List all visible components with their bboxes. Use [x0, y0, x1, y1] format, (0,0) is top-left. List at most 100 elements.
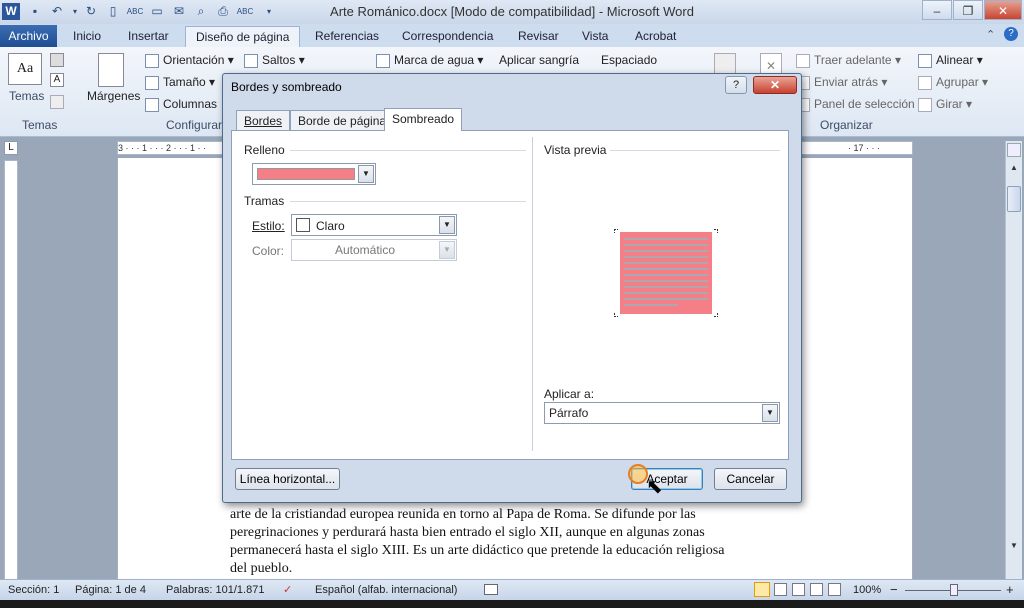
align-label: Alinear [936, 53, 974, 67]
document-line[interactable]: del pueblo. [230, 560, 798, 578]
tab-inicio[interactable]: Inicio [63, 26, 111, 47]
themes-button-label[interactable]: Temas [9, 89, 44, 103]
document-line[interactable]: arte de la cristiandad europea reunida e… [230, 506, 798, 524]
zoom-out-button[interactable]: − [890, 580, 898, 600]
dialog-help-button[interactable]: ? [725, 76, 747, 94]
group-temas-label: Temas [22, 118, 58, 132]
vertical-ruler[interactable] [4, 160, 18, 580]
theme-colors-icon[interactable] [50, 53, 64, 67]
divider [290, 150, 526, 151]
scroll-up-icon[interactable]: ▲ [1007, 163, 1021, 177]
restore-button[interactable]: ❐ [953, 0, 983, 20]
columns-button[interactable]: Columnas [145, 95, 217, 113]
tab-borde-de-pagina[interactable]: Borde de página [290, 110, 395, 131]
minimize-button[interactable]: – [922, 0, 952, 20]
preview-text-line [624, 304, 678, 306]
columns-icon [145, 97, 159, 112]
tab-bordes[interactable]: Bordes [236, 110, 291, 131]
status-page[interactable]: Página: 1 de 4 [75, 580, 146, 600]
proofing-icon[interactable]: ✓ [283, 580, 292, 600]
themes-icon[interactable]: Aa [8, 53, 42, 85]
panel-divider [532, 137, 533, 451]
group-button[interactable]: Agrupar ▾ [918, 73, 988, 91]
margins-button[interactable]: Márgenes [87, 87, 140, 105]
horizontal-line-button[interactable]: Línea horizontal... [235, 468, 340, 490]
tab-correspondencia[interactable]: Correspondencia [392, 26, 503, 47]
tab-acrobat[interactable]: Acrobat [625, 26, 686, 47]
indent-label: Aplicar sangría [499, 53, 580, 67]
preview-corner-mark [714, 313, 718, 317]
size-button[interactable]: Tamaño ▾ [145, 73, 215, 91]
ruler-left-marks: 3 · · · 1 · · · 2 · · · 1 · · [118, 143, 206, 153]
help-icon[interactable]: ? [1004, 27, 1018, 41]
web-layout-view-icon[interactable] [792, 583, 805, 596]
orientation-button[interactable]: Orientación ▾ [145, 51, 234, 69]
view-ruler-icon[interactable] [1007, 143, 1021, 157]
status-section[interactable]: Sección: 1 [8, 580, 59, 600]
fill-color-picker[interactable]: ▼ [252, 163, 376, 185]
preview-text-line [624, 262, 708, 264]
document-line[interactable]: peregrinaciones y perdurará hasta bien e… [230, 524, 798, 542]
theme-fonts-icon[interactable]: A [50, 73, 64, 87]
spacing-label: Espaciado [601, 53, 658, 67]
pattern-style-select[interactable]: Claro ▼ [291, 214, 457, 236]
vista-previa-label: Vista previa [544, 143, 607, 157]
chevron-down-icon: ▼ [439, 216, 455, 234]
draft-view-icon[interactable] [828, 583, 841, 596]
orientation-icon [145, 53, 159, 68]
document-line[interactable]: permanecerá hasta el siglo XIII. Es un a… [230, 542, 798, 560]
scroll-down-icon[interactable]: ▼ [1007, 541, 1021, 555]
click-highlight [628, 464, 648, 484]
status-words[interactable]: Palabras: 101/1.871 [166, 580, 264, 600]
shading-preview-sample [620, 232, 712, 314]
selection-pane-button[interactable]: Panel de selección [796, 95, 915, 113]
theme-effects-icon[interactable] [50, 95, 64, 109]
bring-forward-icon [796, 53, 810, 68]
preview-corner-mark [614, 229, 618, 233]
pattern-color-select[interactable]: Automático ▼ [291, 239, 457, 261]
zoom-in-button[interactable]: + [1006, 580, 1014, 600]
tab-archivo[interactable]: Archivo [0, 25, 57, 47]
watermark-button[interactable]: Marca de agua ▾ [376, 51, 483, 69]
rotate-icon [918, 97, 932, 112]
vertical-scrollbar[interactable]: ▲ ▼ [1005, 141, 1022, 579]
bring-forward-label: Traer adelante [814, 53, 892, 67]
tab-vista[interactable]: Vista [572, 26, 618, 47]
scroll-thumb[interactable] [1007, 186, 1021, 212]
margins-icon[interactable] [98, 53, 124, 87]
zoom-level[interactable]: 100% [853, 580, 881, 600]
tab-revisar[interactable]: Revisar [508, 26, 569, 47]
print-layout-view-icon[interactable] [754, 582, 770, 597]
tab-insertar[interactable]: Insertar [118, 26, 179, 47]
preview-text-line [624, 256, 708, 258]
tab-referencias[interactable]: Referencias [305, 26, 389, 47]
close-window-button[interactable]: ✕ [984, 0, 1022, 20]
ruler-right-marks: · 17 · · · [848, 143, 881, 153]
status-language[interactable]: Español (alfab. internacional) [315, 580, 457, 600]
zoom-slider-thumb[interactable] [950, 584, 958, 596]
watermark-icon [376, 53, 390, 68]
group-configurar-label: Configurar [166, 118, 223, 132]
align-icon [918, 53, 932, 68]
relleno-label: Relleno [244, 143, 285, 157]
send-backward-button[interactable]: Enviar atrás ▾ [796, 73, 887, 91]
cancel-button[interactable]: Cancelar [714, 468, 787, 490]
dialog-close-button[interactable]: ✕ [753, 76, 797, 94]
tab-sombreado[interactable]: Sombreado [384, 108, 463, 131]
chevron-down-icon: ▼ [439, 241, 455, 259]
macro-recording-icon[interactable] [484, 584, 498, 595]
tab-selector[interactable]: L [4, 141, 18, 155]
bring-forward-button[interactable]: Traer adelante ▾ [796, 51, 901, 69]
apply-to-select[interactable]: Párrafo ▼ [544, 402, 780, 424]
taskbar-edge [0, 600, 1024, 608]
minimize-ribbon-icon[interactable]: ⌃ [986, 28, 995, 41]
breaks-button[interactable]: Saltos ▾ [244, 51, 305, 69]
tab-diseno-de-pagina[interactable]: Diseño de página [185, 26, 301, 47]
breaks-icon [244, 53, 258, 68]
color-label: Color: [252, 244, 285, 258]
full-screen-view-icon[interactable] [774, 583, 787, 596]
rotate-button[interactable]: Girar ▾ [918, 95, 972, 113]
align-button[interactable]: Alinear ▾ [918, 51, 983, 69]
preview-corner-mark [614, 313, 618, 317]
outline-view-icon[interactable] [810, 583, 823, 596]
